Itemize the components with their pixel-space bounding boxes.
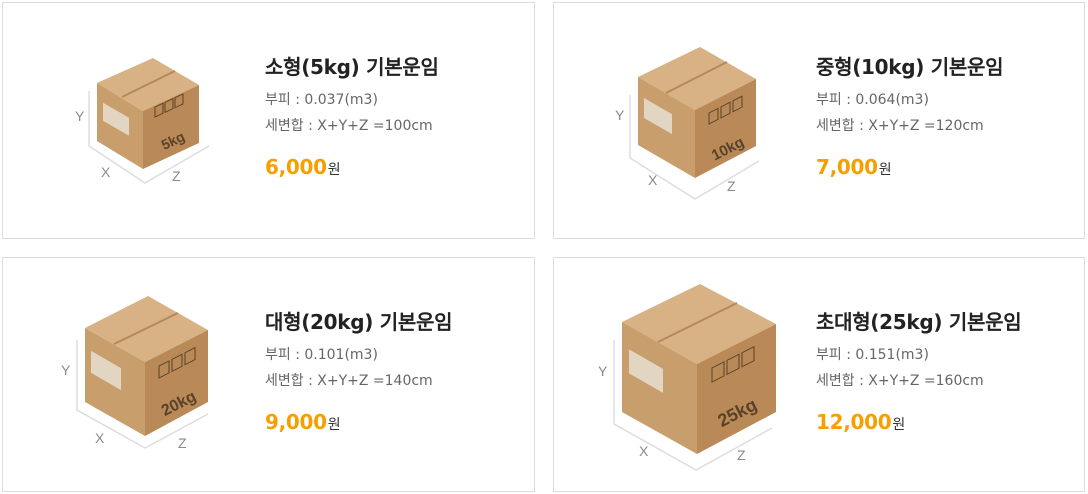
axis-y-label: Y xyxy=(61,362,71,378)
product-dimension-sum: 세변합 : X+Y+Z =140cm xyxy=(265,373,433,389)
product-card-small: 5kg Y X Z 소형(5kg) 기본운임 부피 : 0.037(m3) 세변… xyxy=(2,2,535,239)
product-price: 9,000 xyxy=(265,410,327,434)
product-title: 소형(5kg) 기본운임 xyxy=(265,55,439,79)
product-volume: 부피 : 0.037(m3) xyxy=(265,92,378,108)
product-dimension-sum: 세변합 : X+Y+Z =100cm xyxy=(265,118,433,134)
product-price: 6,000 xyxy=(265,155,327,179)
product-info: 소형(5kg) 기본운임 부피 : 0.037(m3) 세변합 : X+Y+Z … xyxy=(265,55,439,179)
box-illustration: 25kg Y X Z xyxy=(554,258,804,493)
product-price: 7,000 xyxy=(816,155,878,179)
product-dimension-sum: 세변합 : X+Y+Z =120cm xyxy=(816,118,984,134)
currency-unit: 원 xyxy=(327,417,341,433)
product-title: 초대형(25kg) 기본운임 xyxy=(816,310,1022,334)
product-title: 대형(20kg) 기본운임 xyxy=(265,310,453,334)
product-card-large: 20kg Y X Z 대형(20kg) 기본운임 부피 : 0.101(m3) … xyxy=(2,257,535,492)
currency-unit: 원 xyxy=(892,417,906,433)
price-row: 6,000원 xyxy=(265,155,439,179)
axis-y-label: Y xyxy=(615,107,625,123)
currency-unit: 원 xyxy=(878,162,892,178)
product-info: 초대형(25kg) 기본운임 부피 : 0.151(m3) 세변합 : X+Y+… xyxy=(816,310,1022,434)
currency-unit: 원 xyxy=(327,162,341,178)
box-illustration: 5kg Y X Z xyxy=(3,3,253,238)
price-row: 9,000원 xyxy=(265,410,452,434)
axis-x-label: X xyxy=(639,443,649,459)
axis-x-label: X xyxy=(95,430,105,446)
product-volume: 부피 : 0.151(m3) xyxy=(816,347,929,363)
product-info: 대형(20kg) 기본운임 부피 : 0.101(m3) 세변합 : X+Y+Z… xyxy=(265,310,453,434)
axis-y-label: Y xyxy=(75,108,85,124)
price-row: 7,000원 xyxy=(816,155,1003,179)
product-volume: 부피 : 0.101(m3) xyxy=(265,347,378,363)
axis-x-label: X xyxy=(101,164,111,180)
product-card-medium: 10kg Y X Z 중형(10kg) 기본운임 부피 : 0.064(m3) … xyxy=(553,2,1085,239)
product-dimension-sum: 세변합 : X+Y+Z =160cm xyxy=(816,373,984,389)
product-card-extra-large: 25kg Y X Z 초대형(25kg) 기본운임 부피 : 0.151(m3)… xyxy=(553,257,1085,492)
axis-z-label: Z xyxy=(178,435,187,451)
box-illustration: 10kg Y X Z xyxy=(554,3,804,238)
axis-z-label: Z xyxy=(172,168,181,184)
axis-z-label: Z xyxy=(737,447,746,463)
product-info: 중형(10kg) 기본운임 부피 : 0.064(m3) 세변합 : X+Y+Z… xyxy=(816,55,1004,179)
product-price: 12,000 xyxy=(816,410,892,434)
product-volume: 부피 : 0.064(m3) xyxy=(816,92,929,108)
axis-y-label: Y xyxy=(598,363,608,379)
product-title: 중형(10kg) 기본운임 xyxy=(816,55,1004,79)
box-illustration: 20kg Y X Z xyxy=(3,258,253,493)
axis-x-label: X xyxy=(648,172,658,188)
axis-z-label: Z xyxy=(727,178,736,194)
price-row: 12,000원 xyxy=(816,410,1021,434)
